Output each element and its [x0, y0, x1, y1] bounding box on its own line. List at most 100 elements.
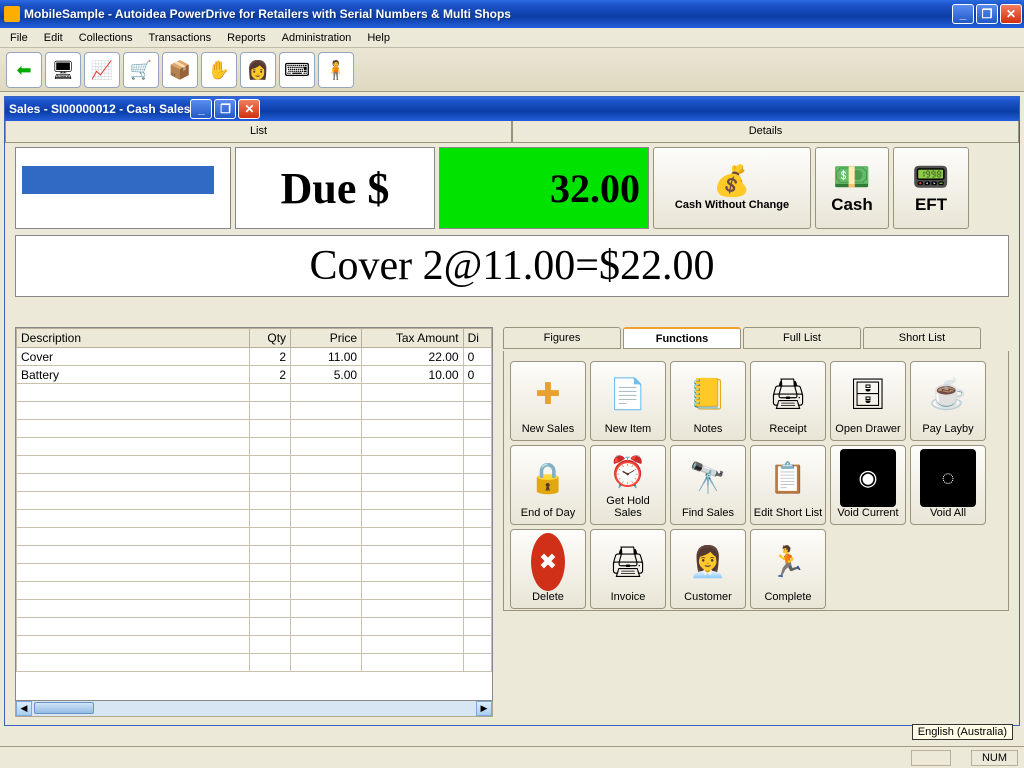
cart-button[interactable]: 🛒 [123, 52, 159, 88]
menu-collections[interactable]: Collections [71, 30, 141, 46]
cash-without-change-button[interactable]: 💰 Cash Without Change [653, 147, 811, 229]
complete-button[interactable]: 🏃Complete [750, 529, 826, 609]
new-item-button[interactable]: 📄New Item [590, 361, 666, 441]
end-of-day-button[interactable]: 🔒End of Day [510, 445, 586, 525]
void-all-button[interactable]: ◌Void All [910, 445, 986, 525]
void-current-button[interactable]: ◉Void Current [830, 445, 906, 525]
subtab-short-list[interactable]: Short List [863, 327, 981, 349]
progress-box [15, 147, 231, 229]
cell-qty: 2 [250, 348, 291, 366]
hand-button[interactable]: ✋ [201, 52, 237, 88]
printer-icon: 🖨 [769, 365, 807, 423]
moneybag-icon: 💰 [713, 165, 750, 199]
table-row[interactable]: Cover 2 11.00 22.00 0 [17, 348, 492, 366]
subtab-functions[interactable]: Functions [623, 327, 741, 349]
due-label-box: Due $ [235, 147, 435, 229]
back-button[interactable]: ⬅ [6, 52, 42, 88]
receipt-button[interactable]: 🖨Receipt [750, 361, 826, 441]
sales-close-button[interactable]: ✕ [238, 99, 260, 119]
support-button[interactable]: 👩 [240, 52, 276, 88]
sales-minimize-button[interactable]: _ [190, 99, 212, 119]
label: Edit Short List [754, 507, 822, 519]
scroll-thumb[interactable] [34, 702, 94, 714]
menu-help[interactable]: Help [359, 30, 398, 46]
chart-button[interactable]: 📈 [84, 52, 120, 88]
table-row[interactable]: Battery 2 5.00 10.00 0 [17, 366, 492, 384]
open-drawer-button[interactable]: 🗄Open Drawer [830, 361, 906, 441]
tab-list[interactable]: List [5, 121, 512, 143]
status-num: NUM [971, 750, 1018, 766]
label: New Sales [522, 423, 575, 435]
cell-desc: Cover [17, 348, 250, 366]
scroll-left-icon[interactable]: ◀ [16, 701, 32, 716]
items-grid[interactable]: Description Qty Price Tax Amount Di Cove… [15, 327, 493, 701]
support-icon: 👩 [247, 60, 269, 81]
col-tax-amount[interactable]: Tax Amount [362, 329, 463, 348]
scroll-right-icon[interactable]: ▶ [476, 701, 492, 716]
subtab-full-list[interactable]: Full List [743, 327, 861, 349]
status-empty [911, 750, 951, 766]
get-hold-sales-button[interactable]: ⏰Get Hold Sales [590, 445, 666, 525]
sales-window: Sales - SI00000012 - Cash Sales _ ❐ ✕ Li… [4, 96, 1020, 726]
col-qty[interactable]: Qty [250, 329, 291, 348]
line-text: Cover 2@11.00=$22.00 [310, 242, 715, 290]
subtab-figures[interactable]: Figures [503, 327, 621, 349]
complete-icon: 🏃 [769, 533, 806, 591]
new-sales-button[interactable]: ✚New Sales [510, 361, 586, 441]
minimize-button[interactable]: _ [952, 4, 974, 24]
cwc-label: Cash Without Change [675, 199, 789, 211]
col-price[interactable]: Price [291, 329, 362, 348]
label: Open Drawer [835, 423, 900, 435]
box-button[interactable]: 📦 [162, 52, 198, 88]
clipboard-icon: 📋 [769, 449, 806, 507]
due-amount: 32.00 [550, 165, 640, 212]
col-di[interactable]: Di [463, 329, 491, 348]
delete-button[interactable]: ✖Delete [510, 529, 586, 609]
cash-button[interactable]: 💵 Cash [815, 147, 889, 229]
notes-button[interactable]: 📒Notes [670, 361, 746, 441]
person-button[interactable]: 🧍 [318, 52, 354, 88]
menu-file[interactable]: File [2, 30, 36, 46]
tab-details[interactable]: Details [512, 121, 1019, 143]
cell-price: 11.00 [291, 348, 362, 366]
menu-administration[interactable]: Administration [274, 30, 360, 46]
items-grid-wrap: Description Qty Price Tax Amount Di Cove… [15, 327, 493, 717]
person-icon: 🧍 [325, 60, 347, 81]
padlock-icon: 🔒 [529, 449, 566, 507]
eft-label: EFT [915, 195, 947, 215]
maximize-button[interactable]: ❐ [976, 4, 998, 24]
label: Get Hold Sales [606, 495, 649, 519]
grid-hscrollbar[interactable]: ◀ ▶ [15, 701, 493, 717]
eft-button[interactable]: 📟 EFT [893, 147, 969, 229]
menu-transactions[interactable]: Transactions [141, 30, 220, 46]
cell-amount: 10.00 [362, 366, 463, 384]
find-sales-button[interactable]: 🔭Find Sales [670, 445, 746, 525]
menu-edit[interactable]: Edit [36, 30, 71, 46]
menu-reports[interactable]: Reports [219, 30, 274, 46]
label: Receipt [769, 423, 806, 435]
language-tooltip: English (Australia) [912, 724, 1013, 740]
scroll-track[interactable] [32, 701, 476, 716]
cash-icon: 💵 [833, 161, 870, 195]
sales-maximize-button[interactable]: ❐ [214, 99, 236, 119]
blackhole-icon: ◉ [840, 449, 896, 507]
invoice-button[interactable]: 🖨Invoice [590, 529, 666, 609]
terminal-icon: 🖥 [52, 60, 75, 81]
terminal-button[interactable]: 🖥 [45, 52, 81, 88]
col-description[interactable]: Description [17, 329, 250, 348]
cell-di: 0 [463, 348, 491, 366]
app-titlebar: MobileSample - Autoidea PowerDrive for R… [0, 0, 1024, 28]
app-title: MobileSample - Autoidea PowerDrive for R… [24, 7, 952, 21]
sales-tabs: List Details [5, 121, 1019, 143]
customer-button[interactable]: 👩‍💼Customer [670, 529, 746, 609]
delete-icon: ✖ [531, 533, 565, 591]
invoice-printer-icon: 🖨 [609, 533, 647, 591]
close-button[interactable]: ✕ [1000, 4, 1022, 24]
pay-layby-button[interactable]: ☕Pay Layby [910, 361, 986, 441]
app-icon [4, 6, 20, 22]
keyboard-button[interactable]: ⌨ [279, 52, 315, 88]
edit-short-list-button[interactable]: 📋Edit Short List [750, 445, 826, 525]
menu-bar: File Edit Collections Transactions Repor… [0, 28, 1024, 48]
label: Void All [930, 507, 966, 519]
cup-icon: ☕ [929, 365, 966, 423]
